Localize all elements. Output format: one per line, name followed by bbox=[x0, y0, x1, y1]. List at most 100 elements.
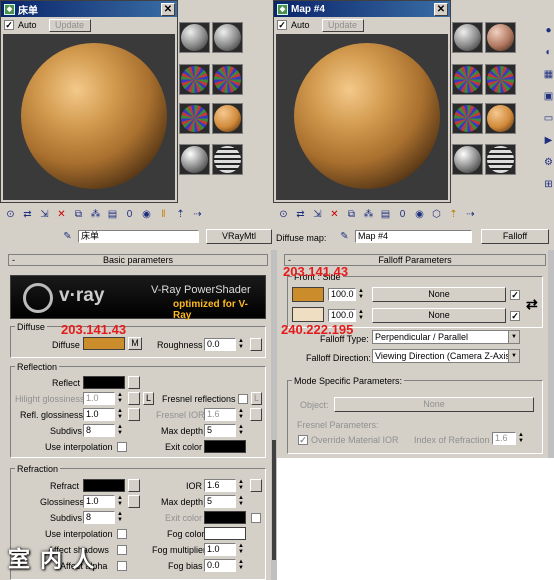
refr-exit-color-checkbox[interactable] bbox=[251, 513, 261, 523]
refr-use-interp-checkbox[interactable] bbox=[117, 529, 127, 539]
get-material-icon[interactable]: ⊙ bbox=[3, 208, 18, 222]
refr-subdivs-spinner[interactable]: ▲ ▼ bbox=[116, 511, 124, 524]
side-color-swatch[interactable] bbox=[292, 307, 324, 322]
fog-color-swatch[interactable] bbox=[204, 527, 246, 540]
fog-bias-spinner[interactable]: ▲ ▼ bbox=[237, 559, 245, 572]
hilight-spinner[interactable]: ▲ ▼ bbox=[116, 392, 124, 405]
falloff-type-dropdown[interactable]: Perpendicular / Parallel ▼ bbox=[372, 330, 520, 344]
auto-checkbox[interactable]: ✓ bbox=[277, 20, 287, 30]
close-button[interactable]: ✕ bbox=[161, 2, 175, 16]
side-amount-field[interactable]: 100.0 bbox=[328, 309, 356, 322]
material-id-icon[interactable]: 0 bbox=[122, 208, 137, 222]
diffuse-map-button[interactable]: M bbox=[128, 337, 142, 350]
override-ior-checkbox[interactable]: ✓ bbox=[298, 435, 308, 445]
assign-material-icon[interactable]: ⇲ bbox=[310, 208, 325, 222]
sample-slot[interactable] bbox=[452, 64, 483, 95]
refl-glossiness-map-button[interactable] bbox=[128, 408, 140, 421]
basic-parameters-header[interactable]: Basic parameters - bbox=[8, 254, 268, 266]
fog-bias-field[interactable]: 0.0 bbox=[204, 559, 236, 572]
library-icon[interactable]: ▤ bbox=[378, 208, 393, 222]
put-material-icon[interactable]: ⇄ bbox=[20, 208, 35, 222]
fresnel-ior-field[interactable]: 1.6 bbox=[204, 408, 236, 421]
sample-slot[interactable] bbox=[212, 144, 243, 175]
ior-map-button[interactable] bbox=[250, 479, 262, 492]
sample-slot[interactable] bbox=[452, 144, 483, 175]
library-icon[interactable]: ▤ bbox=[105, 208, 120, 222]
show-end-icon[interactable]: ‖ bbox=[156, 208, 171, 222]
refr-glossiness-map-button[interactable] bbox=[128, 495, 140, 508]
roughness-spinner[interactable]: ▲ ▼ bbox=[237, 338, 245, 351]
background-icon[interactable]: ▦ bbox=[541, 68, 554, 82]
index-of-refraction-spinner[interactable]: ▲ ▼ bbox=[517, 432, 525, 445]
unique-icon[interactable]: ⁂ bbox=[88, 208, 103, 222]
tiling-icon[interactable]: ▣ bbox=[541, 90, 554, 104]
sample-slot[interactable] bbox=[485, 64, 516, 95]
go-sibling-icon[interactable]: ⇢ bbox=[190, 208, 205, 222]
refract-color-swatch[interactable] bbox=[83, 479, 125, 492]
refl-glossiness-field[interactable]: 1.0 bbox=[83, 408, 115, 421]
refl-max-depth-spinner[interactable]: ▲ ▼ bbox=[237, 424, 245, 437]
falloff-direction-dropdown[interactable]: Viewing Direction (Camera Z-Axis) ▼ bbox=[372, 349, 520, 363]
refl-max-depth-field[interactable]: 5 bbox=[204, 424, 236, 437]
object-pick-button[interactable]: None bbox=[334, 397, 534, 412]
go-parent-icon[interactable]: ⇡ bbox=[446, 208, 461, 222]
preview-titlebar[interactable]: ◆ 床单 ✕ bbox=[1, 1, 177, 17]
reflect-color-swatch[interactable] bbox=[83, 376, 125, 389]
sample-slot[interactable] bbox=[179, 103, 210, 134]
unique-icon[interactable]: ⁂ bbox=[361, 208, 376, 222]
show-map-icon[interactable]: ◉ bbox=[412, 208, 427, 222]
ior-spinner[interactable]: ▲ ▼ bbox=[237, 479, 245, 492]
map-type-button[interactable]: Falloff bbox=[481, 229, 549, 244]
refl-exit-color-swatch[interactable] bbox=[204, 440, 246, 453]
map-name-field[interactable]: Map #4 bbox=[355, 230, 472, 243]
show-end-icon[interactable]: ⬡ bbox=[429, 208, 444, 222]
select-by-material-icon[interactable]: ⊞ bbox=[541, 178, 554, 192]
fresnel-ior-map-button[interactable] bbox=[250, 408, 262, 421]
sample-slot[interactable] bbox=[452, 103, 483, 134]
sample-slot[interactable] bbox=[485, 144, 516, 175]
material-name-field[interactable]: 床单 bbox=[78, 230, 199, 243]
refr-max-depth-field[interactable]: 5 bbox=[204, 495, 236, 508]
refr-subdivs-field[interactable]: 8 bbox=[83, 511, 115, 524]
refract-map-button[interactable] bbox=[128, 479, 140, 492]
hilight-glossiness-field[interactable]: 1.0 bbox=[83, 392, 115, 405]
sample-slot[interactable] bbox=[179, 22, 210, 53]
side-map-button[interactable]: None bbox=[372, 308, 506, 323]
sample-slot[interactable] bbox=[485, 103, 516, 134]
front-amount-field[interactable]: 100.0 bbox=[328, 288, 356, 301]
pick-map-icon[interactable]: ✎ bbox=[337, 230, 352, 244]
affect-shadows-checkbox[interactable] bbox=[117, 545, 127, 555]
preview-titlebar[interactable]: ◆ Map #4 ✕ bbox=[274, 1, 450, 17]
sample-slot[interactable] bbox=[485, 22, 516, 53]
refr-max-depth-spinner[interactable]: ▲ ▼ bbox=[237, 495, 245, 508]
material-id-icon[interactable]: 0 bbox=[395, 208, 410, 222]
get-material-icon[interactable]: ⊙ bbox=[276, 208, 291, 222]
refr-glossiness-spinner[interactable]: ▲ ▼ bbox=[116, 495, 124, 508]
front-amount-spinner[interactable]: ▲ ▼ bbox=[357, 288, 365, 301]
assign-material-icon[interactable]: ⇲ bbox=[37, 208, 52, 222]
diffuse-color-swatch[interactable] bbox=[83, 337, 125, 350]
make-preview-icon[interactable]: ▶ bbox=[541, 134, 554, 148]
front-map-checkbox[interactable]: ✓ bbox=[510, 290, 520, 300]
fresnel-checkbox[interactable] bbox=[238, 394, 248, 404]
copy-icon[interactable]: ⧉ bbox=[344, 208, 359, 222]
right-panel-scrollbar[interactable] bbox=[548, 250, 554, 460]
copy-icon[interactable]: ⧉ bbox=[71, 208, 86, 222]
hilight-lock-button[interactable]: L bbox=[143, 392, 154, 405]
sample-slot[interactable] bbox=[179, 144, 210, 175]
video-color-icon[interactable]: ▭ bbox=[541, 112, 554, 126]
fog-multiplier-spinner[interactable]: ▲ ▼ bbox=[237, 543, 245, 556]
options-icon[interactable]: ⚙ bbox=[541, 156, 554, 170]
roughness-map-button[interactable] bbox=[250, 338, 262, 351]
refr-exit-color-swatch[interactable] bbox=[204, 511, 246, 524]
sample-slot[interactable] bbox=[212, 64, 243, 95]
backlight-icon[interactable]: ◐ bbox=[541, 46, 554, 60]
refl-subdivs-field[interactable]: 8 bbox=[83, 424, 115, 437]
pick-material-icon[interactable]: ✎ bbox=[60, 230, 75, 244]
front-map-button[interactable]: None bbox=[372, 287, 506, 302]
sample-slot[interactable] bbox=[212, 22, 243, 53]
fog-multiplier-field[interactable]: 1.0 bbox=[204, 543, 236, 556]
material-type-button[interactable]: VRayMtl bbox=[206, 229, 272, 244]
go-sibling-icon[interactable]: ⇢ bbox=[463, 208, 478, 222]
show-map-icon[interactable]: ◉ bbox=[139, 208, 154, 222]
